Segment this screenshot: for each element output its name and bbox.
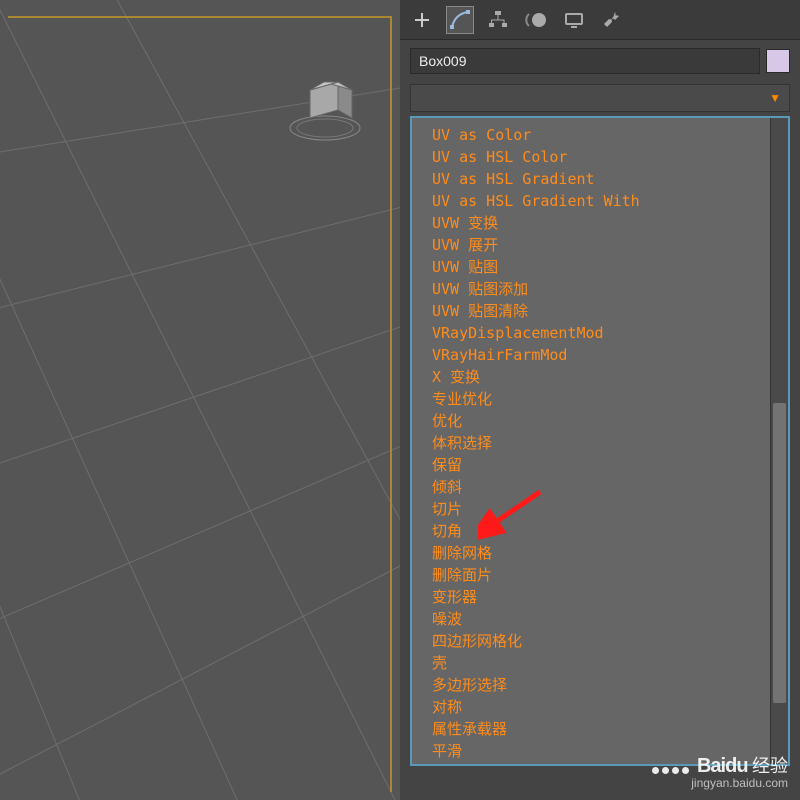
modifier-item[interactable]: 噪波: [432, 608, 768, 630]
display-tab-icon[interactable]: [560, 6, 588, 34]
modifier-item[interactable]: VRayDisplacementMod: [432, 322, 768, 344]
watermark-site: jingyan.baidu.com: [652, 776, 788, 790]
modifier-list[interactable]: UV as ColorUV as HSL ColorUV as HSL Grad…: [412, 118, 768, 764]
modifier-item[interactable]: UV as Color: [432, 124, 768, 146]
modifier-item[interactable]: UVW 贴图添加: [432, 278, 768, 300]
modifier-item[interactable]: UV as HSL Gradient: [432, 168, 768, 190]
modifier-list-scrollbar[interactable]: [770, 118, 788, 764]
utilities-tab-icon[interactable]: [598, 6, 626, 34]
viewport-grid: [0, 0, 400, 800]
modifier-item[interactable]: 四边形网格化: [432, 630, 768, 652]
modifier-item[interactable]: 优化: [432, 410, 768, 432]
modifier-list-panel: UV as ColorUV as HSL ColorUV as HSL Grad…: [410, 116, 790, 766]
modifier-item[interactable]: 属性承载器: [432, 718, 768, 740]
watermark: Baidu 经验 jingyan.baidu.com: [652, 752, 788, 790]
modifier-item[interactable]: UV as HSL Color: [432, 146, 768, 168]
modifier-item[interactable]: X 变换: [432, 366, 768, 388]
modifier-item[interactable]: UVW 贴图清除: [432, 300, 768, 322]
object-color-swatch[interactable]: [766, 49, 790, 73]
modifier-item[interactable]: 对称: [432, 696, 768, 718]
modify-panel-body: ▼ UV as ColorUV as HSL ColorUV as HSL Gr…: [400, 40, 800, 774]
modifier-item[interactable]: UV as HSL Gradient With: [432, 190, 768, 212]
modifier-item[interactable]: UVW 展开: [432, 234, 768, 256]
watermark-cn: 经验: [752, 756, 788, 776]
modifier-item[interactable]: VRayHairFarmMod: [432, 344, 768, 366]
modify-tab-icon[interactable]: [446, 6, 474, 34]
motion-tab-icon[interactable]: [522, 6, 550, 34]
modifier-list-dropdown[interactable]: ▼: [410, 84, 790, 112]
watermark-brand: Baidu: [697, 755, 748, 777]
modifier-item[interactable]: 变形器: [432, 586, 768, 608]
command-panel-toolbar: [400, 0, 800, 40]
modifier-item[interactable]: 体积选择: [432, 432, 768, 454]
modifier-item[interactable]: 专业优化: [432, 388, 768, 410]
modifier-item[interactable]: 删除网格: [432, 542, 768, 564]
modifier-item[interactable]: 切角: [432, 520, 768, 542]
modifier-item[interactable]: 删除面片: [432, 564, 768, 586]
modifier-item[interactable]: 保留: [432, 454, 768, 476]
hierarchy-tab-icon[interactable]: [484, 6, 512, 34]
modifier-item[interactable]: UVW 变换: [432, 212, 768, 234]
dropdown-arrow-icon: ▼: [769, 91, 781, 105]
modifier-item[interactable]: 切片: [432, 498, 768, 520]
modifier-item[interactable]: UVW 贴图: [432, 256, 768, 278]
paw-icon: [652, 767, 689, 774]
modifier-item[interactable]: 多边形选择: [432, 674, 768, 696]
viewport-3d[interactable]: [0, 0, 400, 800]
scrollbar-thumb[interactable]: [773, 403, 786, 703]
object-name-input[interactable]: [410, 48, 760, 74]
command-panel: ▼ UV as ColorUV as HSL ColorUV as HSL Gr…: [400, 0, 800, 800]
object-name-row: [410, 48, 790, 74]
modifier-item[interactable]: 壳: [432, 652, 768, 674]
create-tab-icon[interactable]: [408, 6, 436, 34]
modifier-item[interactable]: 倾斜: [432, 476, 768, 498]
